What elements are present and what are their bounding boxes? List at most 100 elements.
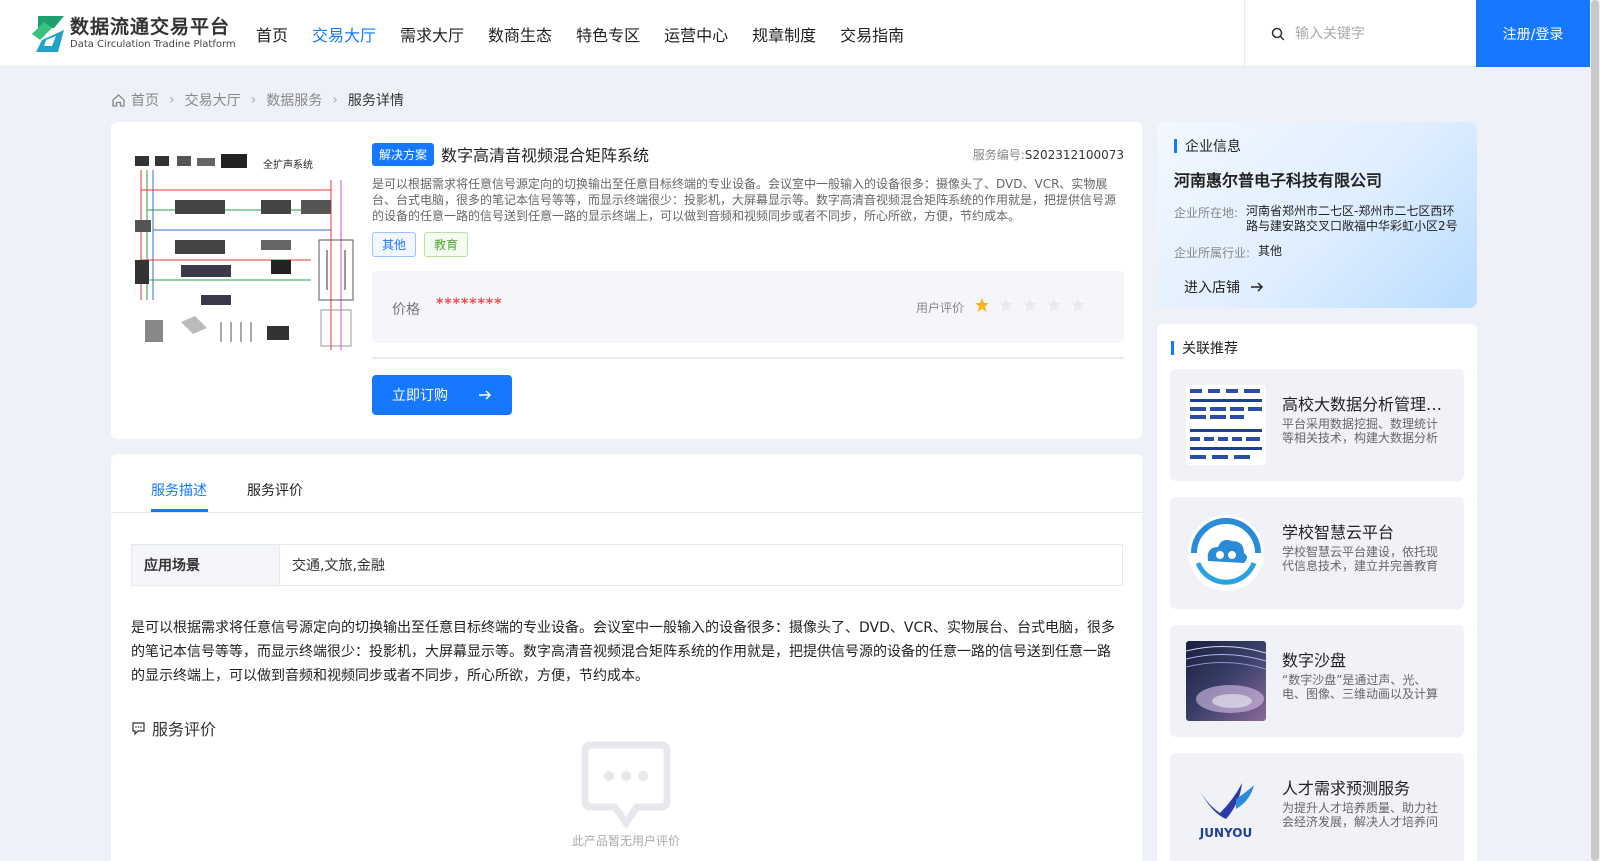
tab-service-description[interactable]: 服务描述 — [151, 480, 207, 500]
logo-subtitle: Data Circulation Tradine Platform — [70, 39, 236, 50]
subscribe-label: 立即订购 — [392, 388, 448, 404]
nav-ecosystem[interactable]: 数商生态 — [488, 22, 552, 46]
recommend-thumbnail — [1186, 385, 1266, 465]
recommend-desc: 为提升人才培养质量、助力社会经济发展，解决人才培养问题 — [1282, 801, 1439, 829]
register-login-button[interactable]: 注册/登录 — [1476, 0, 1590, 67]
nav-trading-guide[interactable]: 交易指南 — [840, 22, 904, 46]
recommend-desc: 平台采用数据挖掘、数理统计等相关技术，构建大数据分析管理体系 — [1282, 417, 1439, 445]
recommend-section-label: 关联推荐 — [1182, 341, 1238, 357]
service-code-label: 服务编号: — [972, 147, 1025, 162]
price-label: 价格 — [392, 302, 420, 318]
recommend-title: 学校智慧云平台 — [1282, 523, 1395, 542]
price-panel: 价格 ******** 用户评价 — [372, 271, 1124, 343]
recommend-item[interactable]: 高校大数据分析管理平台 平台采用数据挖掘、数理统计等相关技术，构建大数据分析管理… — [1170, 369, 1464, 481]
scene-key: 应用场景 — [132, 545, 280, 585]
empty-review-text: 此产品暂无用户评价 — [571, 834, 680, 848]
logo-icon — [32, 16, 64, 52]
search-icon[interactable] — [1271, 27, 1285, 41]
digital-sandbox-image — [1186, 641, 1266, 721]
breadcrumb-trading-hall[interactable]: 交易大厅 — [185, 90, 241, 110]
junyou-logo-text: JUNYOU — [1199, 826, 1252, 840]
detail-tabs: 服务描述 服务评价 — [111, 454, 1142, 513]
review-title: 服务评价 — [152, 720, 217, 739]
home-icon — [112, 93, 125, 107]
solution-badge: 解决方案 — [372, 142, 435, 166]
nav-demand-hall[interactable]: 需求大厅 — [400, 22, 464, 46]
product-title: 数字高清音视频混合矩阵系统 — [441, 146, 650, 165]
logo-title: 数据流通交易平台 — [70, 16, 231, 38]
search-input[interactable] — [1295, 25, 1465, 42]
user-rating-label: 用户评价 — [916, 301, 965, 315]
comment-icon — [132, 721, 145, 735]
recommend-title: 数字沙盘 — [1282, 651, 1347, 670]
recommend-title: 人才需求预测服务 — [1282, 779, 1411, 798]
nav-operation-center[interactable]: 运营中心 — [664, 22, 728, 46]
rating-stars — [974, 297, 1094, 313]
cloud-platform-icon — [1186, 513, 1266, 593]
star-empty-icon[interactable] — [1046, 297, 1062, 313]
subscribe-button[interactable]: 立即订购 — [372, 375, 512, 415]
star-empty-icon[interactable] — [1022, 297, 1038, 313]
chevron-right-icon: › — [250, 92, 257, 108]
company-section-title: 企业信息 — [1174, 136, 1241, 156]
application-scene-row: 应用场景 交通,文旅,金融 — [131, 544, 1123, 586]
service-long-description: 是可以根据需求将任意信号源定向的切换输出至任意目标终端的专业设备。会议室中一般输… — [131, 620, 1115, 684]
breadcrumb-home[interactable]: 首页 — [131, 90, 159, 110]
company-address-row: 企业所在地: 河南省郑州市二七区-郑州市二七区西环路与建安路交叉口敞福中华彩虹小… — [1174, 204, 1466, 234]
review-section-title: 服务评价 — [131, 716, 216, 740]
scrollbar-thumb[interactable] — [1591, 0, 1599, 861]
top-header: 数据流通交易平台 Data Circulation Tradine Platfo… — [0, 0, 1600, 67]
chevron-right-icon: › — [169, 92, 175, 108]
breadcrumb-data-service[interactable]: 数据服务 — [266, 90, 322, 110]
main-nav: 首页 交易大厅 需求大厅 数商生态 特色专区 运营中心 规章制度 交易指南 — [256, 0, 928, 67]
service-code-value: S202312100073 — [1024, 147, 1124, 162]
recommend-title: 高校大数据分析管理平台 — [1282, 395, 1450, 414]
breadcrumb-service-detail: 服务详情 — [347, 93, 404, 109]
tab-service-review[interactable]: 服务评价 — [247, 480, 303, 500]
recommend-item[interactable]: JUNYOU 人才需求预测服务 为提升人才培养质量、助力社会经济发展，解决人才培… — [1170, 753, 1464, 861]
service-detail-card: 服务描述 服务评价 应用场景 交通,文旅,金融 是可以根据需求将任意信号源定向的… — [111, 454, 1142, 861]
arrow-right-icon — [479, 390, 492, 400]
company-section-label: 企业信息 — [1185, 139, 1241, 155]
product-info: 解决方案 数字高清音视频混合矩阵系统 服务编号:S202312100073 是可… — [372, 142, 1124, 415]
junyou-logo: JUNYOU — [1186, 769, 1266, 849]
site-logo[interactable]: 数据流通交易平台 Data Circulation Tradine Platfo… — [30, 14, 236, 54]
industry-value: 其他 — [1258, 244, 1283, 258]
tag-education[interactable]: 教育 — [424, 232, 469, 257]
recommend-item[interactable]: 数字沙盘 “数字沙盘”是通过声、光、电、图像、三维动画以及计算机程控 — [1170, 625, 1464, 737]
search-box — [1244, 0, 1476, 67]
enter-shop-link[interactable]: 进入店铺 — [1184, 277, 1264, 297]
nav-special-zone[interactable]: 特色专区 — [576, 22, 640, 46]
related-recommend-card: 关联推荐 高校大数据分析管理平台 平台采用数据挖掘、数理统计等相关技术，构建大数… — [1157, 324, 1477, 861]
product-description: 是可以根据需求将任意信号源定向的切换输出至任意目标终端的专业设备。会议室中一般输… — [372, 177, 1117, 223]
star-empty-icon[interactable] — [1070, 297, 1086, 313]
nav-trading-hall[interactable]: 交易大厅 — [312, 22, 376, 46]
recommend-desc: 学校智慧云平台建设，依托现代信息技术，建立并完善教育体系 — [1282, 545, 1439, 573]
service-code: 服务编号:S202312100073 — [973, 146, 1124, 163]
recommend-desc: “数字沙盘”是通过声、光、电、图像、三维动画以及计算机程控 — [1282, 673, 1439, 701]
product-tags: 其他 教育 — [372, 232, 1124, 257]
product-diagram-image[interactable]: 全扩声系统 — [131, 150, 356, 365]
arrow-right-icon — [1251, 282, 1264, 292]
price-value: ******** — [436, 296, 503, 312]
divider — [372, 357, 1124, 359]
enter-shop-label: 进入店铺 — [1184, 280, 1240, 296]
product-card: 全扩声系统 解决方案 数字高清音视频混合矩阵系统 服务编号:S202312100… — [111, 122, 1142, 439]
recommend-item[interactable]: 学校智慧云平台 学校智慧云平台建设，依托现代信息技术，建立并完善教育体系 — [1170, 497, 1464, 609]
address-label: 企业所在地: — [1174, 206, 1239, 220]
chevron-right-icon: › — [332, 92, 338, 108]
star-filled-icon[interactable] — [974, 297, 990, 313]
company-name: 河南惠尔普电子科技有限公司 — [1174, 171, 1383, 190]
address-value: 河南省郑州市二七区-郑州市二七区西环路与建安路交叉口敞福中华彩虹小区2号楼 — [1246, 204, 1458, 233]
tag-other[interactable]: 其他 — [372, 232, 417, 257]
empty-comment-icon — [581, 741, 671, 829]
star-empty-icon[interactable] — [998, 297, 1014, 313]
diagram-label: 全扩声系统 — [263, 158, 313, 171]
industry-label: 企业所属行业: — [1174, 246, 1251, 260]
active-tab-indicator — [151, 509, 208, 512]
breadcrumb: 首页 › 交易大厅 › 数据服务 › 服务详情 — [111, 90, 404, 110]
nav-home[interactable]: 首页 — [256, 22, 288, 46]
scene-value: 交通,文旅,金融 — [292, 558, 385, 574]
recommend-section-title: 关联推荐 — [1171, 338, 1238, 358]
nav-regulations[interactable]: 规章制度 — [752, 22, 816, 46]
